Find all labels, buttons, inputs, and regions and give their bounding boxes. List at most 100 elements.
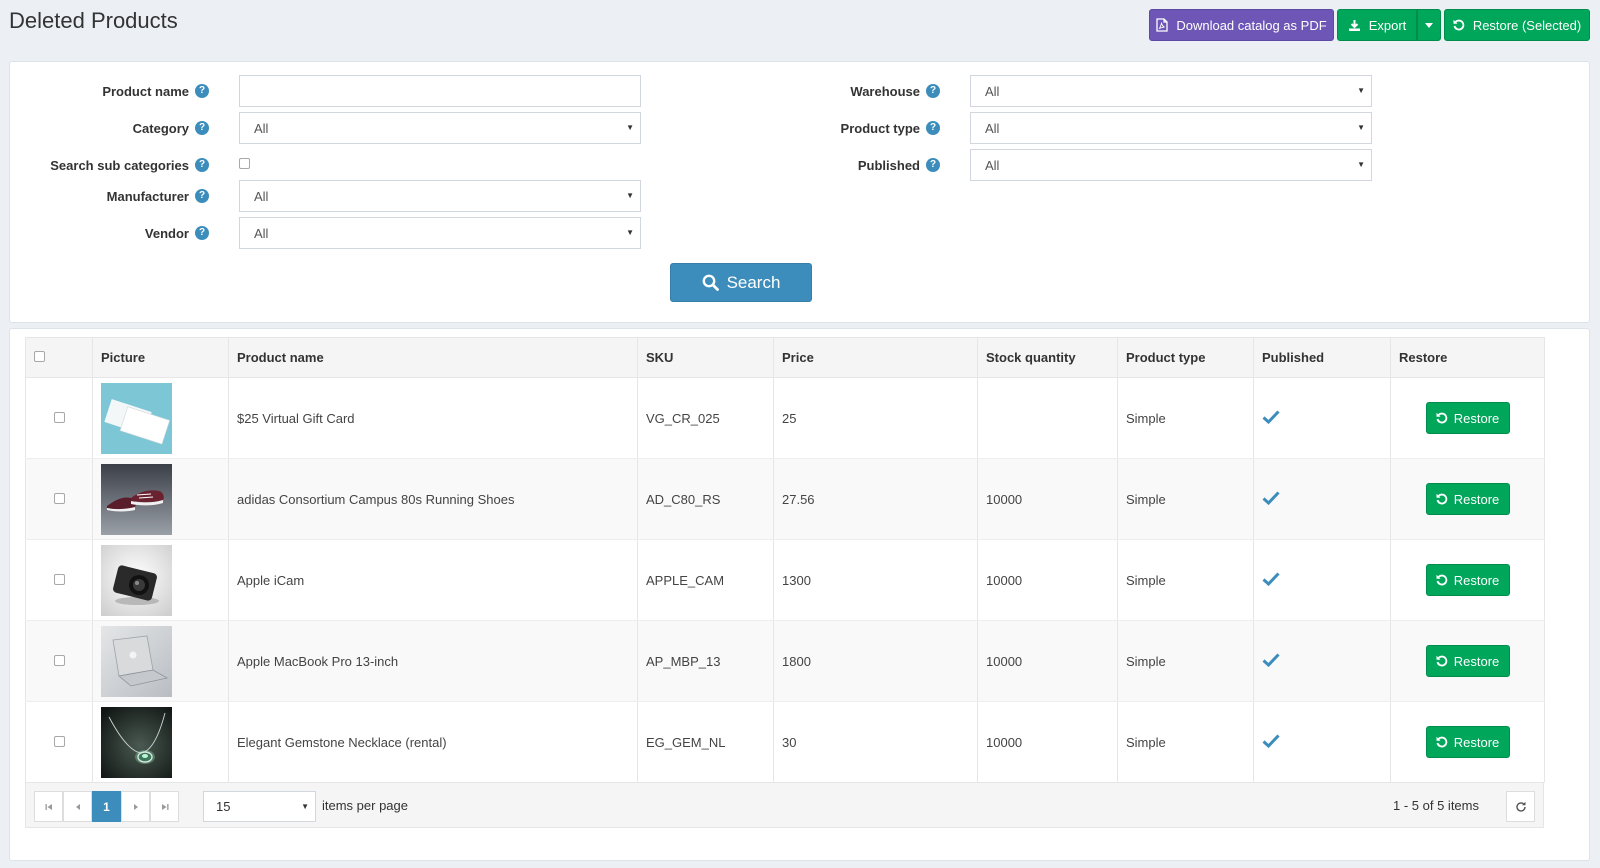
table-row: $25 Virtual Gift Card VG_CR_025 25 Simpl…: [25, 377, 1545, 459]
checkmark-icon: [1262, 571, 1280, 586]
sku-cell: AP_MBP_13: [637, 620, 774, 702]
row-checkbox[interactable]: [53, 411, 65, 423]
warehouse-label-text: Warehouse: [850, 83, 920, 99]
sku-cell: AD_C80_RS: [637, 458, 774, 540]
restore-cell: Restore: [1390, 458, 1545, 540]
products-grid-panel: Picture Product name SKU Price Stock qua…: [9, 328, 1590, 861]
undo-icon: [1436, 655, 1447, 667]
first-page-button[interactable]: [34, 791, 63, 822]
row-checkbox[interactable]: [53, 573, 65, 585]
category-select[interactable]: All: [239, 112, 641, 144]
column-header-published[interactable]: Published: [1253, 337, 1391, 378]
restore-button-label: Restore: [1453, 491, 1500, 507]
restore-button-label: Restore: [1453, 734, 1500, 750]
price-cell: 1300: [773, 539, 978, 621]
column-header-stock-quantity[interactable]: Stock quantity: [977, 337, 1118, 378]
column-header-sku[interactable]: SKU: [637, 337, 774, 378]
restore-cell: Restore: [1390, 701, 1545, 783]
search-panel: Product name? Category? All Search sub c…: [9, 61, 1590, 323]
export-dropdown-toggle[interactable]: [1417, 9, 1441, 41]
product-name-cell: adidas Consortium Campus 80s Running Sho…: [228, 458, 638, 540]
published-cell: [1253, 377, 1391, 459]
help-icon[interactable]: ?: [195, 158, 209, 172]
refresh-icon: [1515, 801, 1526, 812]
top-actions: Download catalog as PDF Export Restore (…: [1149, 9, 1590, 41]
table-row: Apple MacBook Pro 13-inch AP_MBP_13 1800…: [25, 620, 1545, 702]
search-sub-categories-label: Search sub categories?: [10, 149, 209, 181]
help-icon[interactable]: ?: [926, 158, 940, 172]
next-page-icon: [133, 803, 138, 810]
product-name-input[interactable]: [239, 75, 641, 107]
product-name-label: Product name?: [10, 75, 209, 107]
select-all-checkbox[interactable]: [34, 351, 45, 362]
row-checkbox[interactable]: [53, 492, 65, 504]
checkmark-icon: [1262, 652, 1280, 667]
checkmark-icon: [1262, 490, 1280, 505]
restore-button[interactable]: Restore: [1425, 645, 1510, 677]
column-header-product-name[interactable]: Product name: [228, 337, 638, 378]
row-checkbox[interactable]: [53, 654, 65, 666]
next-page-button[interactable]: [121, 791, 150, 822]
search-sub-categories-label-text: Search sub categories: [50, 157, 189, 173]
help-icon[interactable]: ?: [926, 121, 940, 135]
row-select-cell: [25, 701, 93, 783]
restore-button-label: Restore: [1453, 653, 1500, 669]
vendor-select[interactable]: All: [239, 217, 641, 249]
row-select-cell: [25, 539, 93, 621]
search-sub-categories-checkbox[interactable]: [239, 158, 250, 169]
necklace-image: [101, 706, 172, 778]
sku-cell: APPLE_CAM: [637, 539, 774, 621]
table-header-row: Picture Product name SKU Price Stock qua…: [25, 337, 1545, 378]
restore-selected-button[interactable]: Restore (Selected): [1444, 9, 1590, 41]
download-catalog-pdf-button[interactable]: Download catalog as PDF: [1149, 9, 1334, 41]
column-header-restore[interactable]: Restore: [1390, 337, 1545, 378]
column-header-price[interactable]: Price: [773, 337, 978, 378]
help-icon[interactable]: ?: [195, 226, 209, 240]
sku-cell: EG_GEM_NL: [637, 701, 774, 783]
price-cell: 30: [773, 701, 978, 783]
picture-cell: [92, 539, 229, 621]
row-select-cell: [25, 377, 93, 459]
undo-icon: [1436, 736, 1447, 748]
column-header-picture[interactable]: Picture: [92, 337, 229, 378]
manufacturer-select[interactable]: All: [239, 180, 641, 212]
help-icon[interactable]: ?: [195, 84, 209, 98]
prev-page-button[interactable]: [63, 791, 92, 822]
vendor-label: Vendor?: [10, 217, 209, 249]
shoes-image: [101, 463, 172, 535]
product-type-cell: Simple: [1117, 701, 1254, 783]
restore-button[interactable]: Restore: [1425, 564, 1510, 596]
published-label-text: Published: [857, 157, 920, 173]
restore-button[interactable]: Restore: [1425, 483, 1510, 515]
row-checkbox[interactable]: [53, 735, 65, 747]
refresh-button[interactable]: [1506, 791, 1535, 822]
help-icon[interactable]: ?: [195, 121, 209, 135]
page-size-select[interactable]: 15: [203, 791, 316, 822]
picture-cell: [92, 458, 229, 540]
warehouse-label: Warehouse?: [710, 75, 940, 107]
product-type-label-text: Product type: [840, 120, 920, 136]
last-page-button[interactable]: [150, 791, 179, 822]
download-catalog-pdf-label: Download catalog as PDF: [1176, 17, 1327, 33]
product-type-cell: Simple: [1117, 377, 1254, 459]
product-name-cell: Apple MacBook Pro 13-inch: [228, 620, 638, 702]
product-name-cell: Elegant Gemstone Necklace (rental): [228, 701, 638, 783]
stock-quantity-cell: 10000: [977, 458, 1118, 540]
help-icon[interactable]: ?: [195, 189, 209, 203]
category-label-text: Category: [132, 120, 189, 136]
restore-button[interactable]: Restore: [1425, 726, 1510, 758]
search-button[interactable]: Search: [670, 263, 812, 302]
warehouse-select[interactable]: All: [970, 75, 1372, 107]
select-all-header: [25, 337, 93, 378]
caret-down-icon: [1425, 22, 1433, 28]
page-button-current[interactable]: 1: [92, 791, 121, 822]
export-button[interactable]: Export: [1337, 9, 1417, 41]
product-type-select[interactable]: All: [970, 112, 1372, 144]
help-icon[interactable]: ?: [926, 84, 940, 98]
product-type-cell: Simple: [1117, 539, 1254, 621]
restore-button[interactable]: Restore: [1425, 402, 1510, 434]
column-header-product-type[interactable]: Product type: [1117, 337, 1254, 378]
download-icon: [1348, 19, 1360, 31]
export-label: Export: [1368, 17, 1407, 33]
published-select[interactable]: All: [970, 149, 1372, 181]
